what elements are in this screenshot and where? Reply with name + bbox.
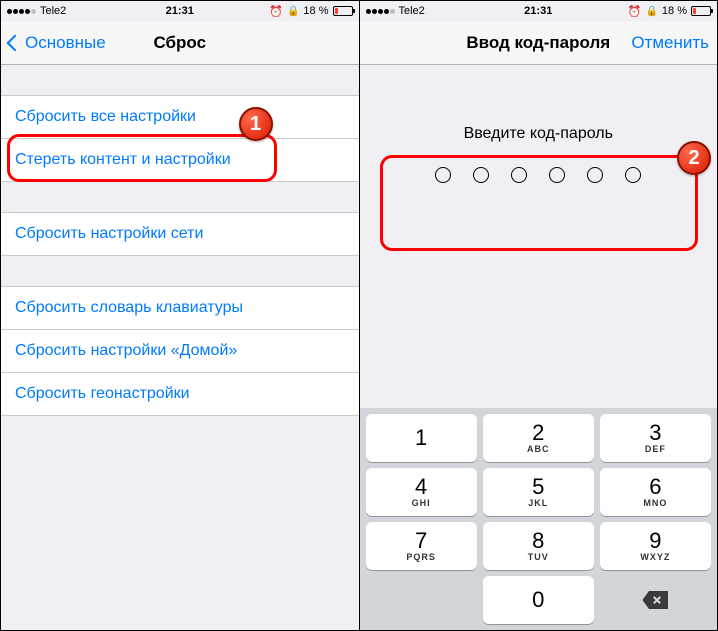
battery-percent: 18 % [303, 5, 328, 17]
signal-icon [7, 9, 36, 14]
carrier-label: Tele2 [399, 5, 425, 17]
list-group: Сбросить настройки сети [1, 212, 359, 256]
battery-icon [691, 6, 711, 16]
list-group: Сбросить все настройки Стереть контент и… [1, 95, 359, 182]
page-title: Сброс [153, 33, 206, 53]
numeric-keypad: 1 2ABC 3DEF 4GHI 5JKL 6MNO 7PQRS 8TUV 9W… [360, 408, 718, 630]
key-3[interactable]: 3DEF [600, 414, 711, 462]
key-1[interactable]: 1 [366, 414, 477, 462]
key-blank [366, 576, 477, 624]
key-backspace[interactable] [600, 576, 711, 624]
back-button[interactable]: Основные [9, 33, 106, 53]
passcode-dots [380, 167, 698, 183]
status-time: 21:31 [524, 5, 552, 17]
key-7[interactable]: 7PQRS [366, 522, 477, 570]
backspace-icon [642, 591, 668, 609]
reset-location-settings[interactable]: Сбросить геонастройки [1, 373, 359, 415]
key-0[interactable]: 0 [483, 576, 594, 624]
battery-icon [333, 6, 353, 16]
left-screen: Tele2 21:31 ⏰ 🔒 18 % Основные Сброс Сбро… [1, 1, 360, 630]
step-badge-1: 1 [239, 107, 273, 141]
key-4[interactable]: 4GHI [366, 468, 477, 516]
list-group: Сбросить словарь клавиатуры Сбросить нас… [1, 286, 359, 416]
pin-dot [587, 167, 603, 183]
pin-dot [435, 167, 451, 183]
step-badge-2: 2 [677, 141, 711, 175]
cancel-button[interactable]: Отменить [631, 33, 709, 53]
pin-dot [473, 167, 489, 183]
orientation-lock-icon: 🔒 [645, 6, 657, 17]
alarm-icon: ⏰ [628, 5, 642, 18]
key-9[interactable]: 9WXYZ [600, 522, 711, 570]
reset-network-settings[interactable]: Сбросить настройки сети [1, 213, 359, 255]
reset-keyboard-dictionary[interactable]: Сбросить словарь клавиатуры [1, 287, 359, 330]
carrier-label: Tele2 [40, 5, 66, 17]
key-6[interactable]: 6MNO [600, 468, 711, 516]
signal-icon [366, 9, 395, 14]
reset-list: Сбросить все настройки Стереть контент и… [1, 65, 359, 630]
erase-content-settings[interactable]: Стереть контент и настройки [1, 139, 359, 181]
back-label: Основные [25, 33, 106, 53]
status-time: 21:31 [166, 5, 194, 17]
passcode-content: Введите код-пароль [360, 65, 718, 408]
reset-all-settings[interactable]: Сбросить все настройки [1, 96, 359, 139]
key-8[interactable]: 8TUV [483, 522, 594, 570]
status-bar: Tele2 21:31 ⏰ 🔒 18 % [1, 1, 359, 21]
key-5[interactable]: 5JKL [483, 468, 594, 516]
pin-dot [511, 167, 527, 183]
alarm-icon: ⏰ [269, 5, 283, 18]
status-bar: Tele2 21:31 ⏰ 🔒 18 % [360, 1, 718, 21]
navbar: Основные Сброс [1, 21, 359, 65]
reset-home-layout[interactable]: Сбросить настройки «Домой» [1, 330, 359, 373]
chevron-left-icon [7, 34, 24, 51]
passcode-prompt: Введите код-пароль [380, 125, 698, 143]
right-screen: Tele2 21:31 ⏰ 🔒 18 % Ввод код-пароля Отм… [360, 1, 718, 630]
orientation-lock-icon: 🔒 [287, 6, 299, 17]
pin-dot [549, 167, 565, 183]
battery-percent: 18 % [662, 5, 687, 17]
key-2[interactable]: 2ABC [483, 414, 594, 462]
page-title: Ввод код-пароля [466, 33, 610, 53]
navbar: Ввод код-пароля Отменить [360, 21, 718, 65]
pin-dot [625, 167, 641, 183]
